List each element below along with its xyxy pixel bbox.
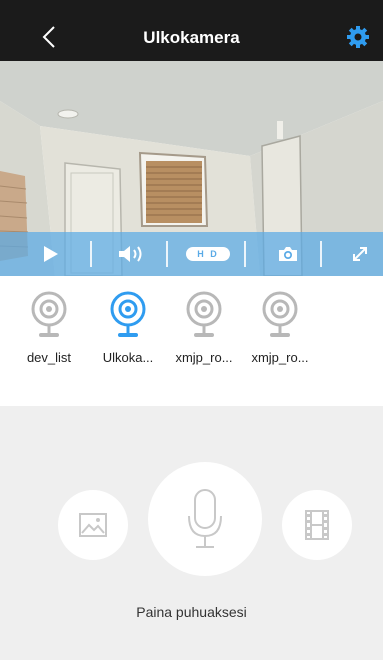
speaker-icon: [119, 246, 142, 262]
talk-hint: Paina puhuaksesi: [136, 604, 247, 620]
webcam-icon: [262, 291, 298, 337]
device-label: dev_list: [26, 350, 72, 365]
top-bar: Ulkokamera: [0, 0, 383, 61]
film-icon: [305, 510, 329, 540]
hd-label: H D: [186, 247, 230, 261]
image-icon: [79, 513, 107, 537]
webcam-icon: [110, 291, 146, 337]
fullscreen-button[interactable]: [338, 232, 382, 276]
control-divider: [244, 241, 246, 267]
webcam-icon: [31, 291, 67, 337]
device-item[interactable]: xmjp_ro...: [245, 290, 315, 365]
talk-panel: Paina puhuaksesi: [0, 406, 383, 660]
control-divider: [166, 241, 168, 267]
settings-button[interactable]: [345, 24, 371, 50]
volume-button[interactable]: [110, 232, 154, 276]
device-label: Ulkoka...: [102, 350, 154, 365]
expand-icon: [353, 247, 367, 261]
hd-quality-button[interactable]: H D: [183, 232, 233, 276]
gallery-button[interactable]: [58, 490, 128, 560]
device-label: xmjp_ro...: [175, 350, 233, 365]
device-list: dev_list Ulkoka... xmjp_ro... xmjp_ro...: [0, 290, 383, 370]
control-divider: [320, 241, 322, 267]
play-button[interactable]: [28, 232, 72, 276]
play-icon: [44, 246, 58, 262]
push-to-talk-button[interactable]: [148, 462, 262, 576]
device-label: xmjp_ro...: [251, 350, 309, 365]
video-control-bar: H D: [0, 232, 383, 276]
webcam-icon: [186, 291, 222, 337]
camera-icon: [279, 247, 297, 261]
device-item-selected[interactable]: Ulkoka...: [93, 290, 163, 365]
snapshot-button[interactable]: [266, 232, 310, 276]
device-item[interactable]: xmjp_ro...: [169, 290, 239, 365]
gear-icon: [347, 26, 369, 48]
device-item[interactable]: dev_list: [14, 290, 84, 365]
page-title: Ulkokamera: [143, 28, 240, 47]
recordings-button[interactable]: [282, 490, 352, 560]
microphone-icon: [188, 489, 222, 548]
control-divider: [90, 241, 92, 267]
